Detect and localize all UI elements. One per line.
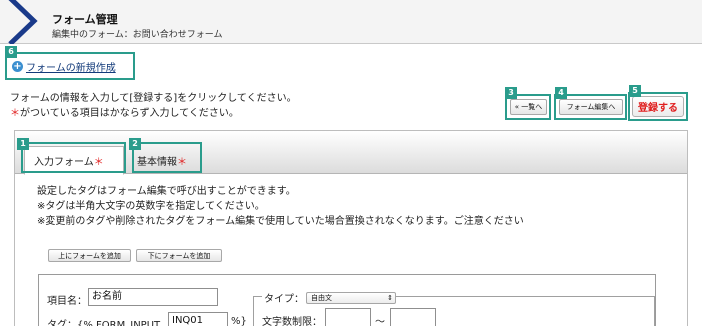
tag-label-suffix: %} bbox=[231, 316, 247, 326]
item-name-input[interactable]: お名前 bbox=[88, 288, 218, 306]
description-line-1: 設定したタグはフォーム編集で呼び出すことができます。 bbox=[37, 186, 296, 197]
highlight-box-6 bbox=[5, 52, 135, 80]
instruction-line-1: フォームの情報を入力して[登録する]をクリックしてください。 bbox=[10, 93, 297, 104]
char-limit-label: 文字数制限： bbox=[262, 317, 322, 326]
chevron-right-icon bbox=[8, 0, 38, 44]
page-subtitle: 編集中のフォーム：お問い合わせフォーム bbox=[52, 30, 223, 40]
app-header: フォーム管理 編集中のフォーム：お問い合わせフォーム bbox=[0, 0, 702, 44]
add-form-below-button[interactable]: 下にフォームを追加 bbox=[136, 249, 222, 262]
required-mark: ＊ bbox=[10, 108, 20, 119]
item-name-label: 項目名： bbox=[47, 296, 87, 307]
badge-3: 3 bbox=[505, 87, 517, 99]
instruction-line-2-text: がついている項目はかならず入力してください。 bbox=[20, 108, 239, 119]
tag-label-prefix: タグ：{% FORM_INPUT_ bbox=[47, 320, 166, 326]
type-select-value: 自由文 bbox=[311, 294, 332, 302]
highlight-box-1 bbox=[21, 142, 126, 173]
chevron-updown-icon: ⇕ bbox=[387, 294, 393, 302]
page-title: フォーム管理 bbox=[52, 13, 118, 26]
instruction-line-2: ＊がついている項目はかならず入力してください。 bbox=[10, 104, 239, 119]
badge-2: 2 bbox=[129, 138, 141, 150]
add-form-above-button[interactable]: 上にフォームを追加 bbox=[48, 249, 131, 262]
badge-1: 1 bbox=[17, 138, 29, 150]
char-limit-min-input[interactable] bbox=[325, 308, 371, 326]
description-line-3: ※変更前のタグや削除されたタグをフォーム編集で使用していた場合置換されなくなりま… bbox=[37, 216, 524, 227]
badge-4: 4 bbox=[555, 87, 567, 99]
type-legend: タイプ： bbox=[262, 290, 306, 305]
range-separator: 〜 bbox=[375, 317, 385, 326]
tag-input[interactable]: INQ01 bbox=[168, 312, 228, 326]
description-line-2: ※タグは半角大文字の英数字を指定してください。 bbox=[37, 201, 265, 212]
type-select[interactable]: 自由文 ⇕ bbox=[306, 292, 396, 304]
char-limit-max-input[interactable] bbox=[390, 308, 436, 326]
badge-5: 5 bbox=[629, 85, 641, 97]
badge-6: 6 bbox=[5, 46, 17, 58]
highlight-box-2 bbox=[132, 142, 202, 173]
